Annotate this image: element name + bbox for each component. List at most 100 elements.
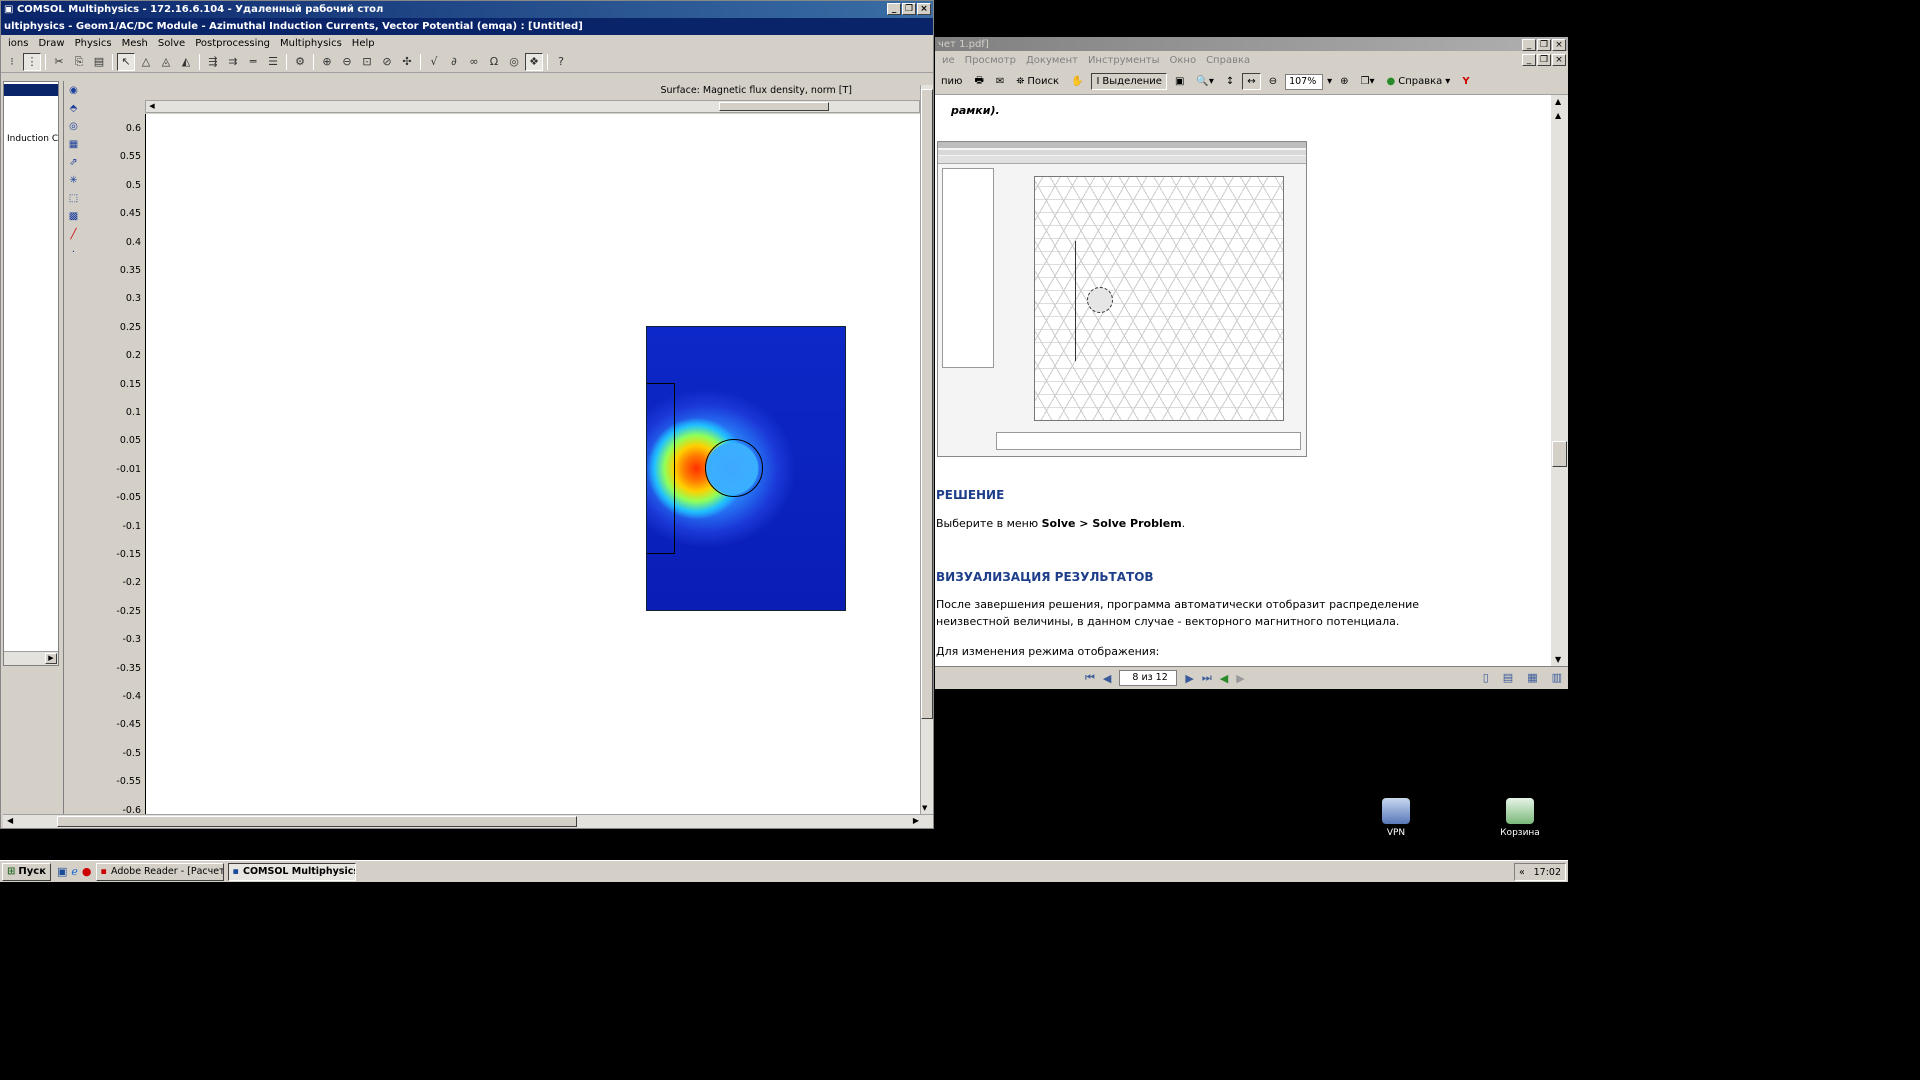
yandex-icon[interactable]: Y [1458, 74, 1473, 89]
reader-close-button[interactable]: × [1552, 39, 1566, 51]
email-icon[interactable]: ✉ [992, 74, 1008, 89]
particle-trace-icon[interactable]: ⬚ [67, 191, 81, 206]
tree-hscrollbar[interactable]: ▶ [4, 651, 58, 665]
single-page-icon[interactable]: ▯ [1483, 671, 1489, 684]
cross-section-line-icon[interactable]: ╱ [67, 227, 81, 242]
menu-multiphysics[interactable]: Multiphysics [275, 38, 347, 49]
rdp-titlebar[interactable]: ▣ COMSOL Multiphysics - 172.16.6.104 - У… [1, 1, 933, 18]
menu-document[interactable]: Документ [1021, 55, 1083, 66]
comsol-titlebar[interactable]: ultiphysics - Geom1/AC/DC Module - Azimu… [1, 18, 933, 35]
search-button[interactable]: ⛯ Поиск [1012, 74, 1063, 89]
zoom-window-icon[interactable]: ⊡ [358, 53, 376, 71]
ie-icon[interactable]: ℯ [71, 865, 78, 878]
next-page-icon[interactable]: ▶ [1185, 672, 1193, 685]
restore-button[interactable]: ❐ [902, 3, 916, 15]
paste-icon[interactable]: ▤ [90, 53, 108, 71]
refine-icon[interactable]: ◭ [177, 53, 195, 71]
continuous-facing-icon[interactable]: ▥ [1552, 671, 1562, 684]
help-icon[interactable]: ? [552, 53, 570, 71]
zoom-out-icon[interactable]: ⊖ [338, 53, 356, 71]
fragment-icon[interactable]: ⁝ [3, 53, 21, 71]
copy-button[interactable]: пию [937, 74, 966, 89]
snapshot-icon[interactable]: ▣ [1171, 74, 1188, 89]
continuous-icon[interactable]: ▤ [1503, 671, 1513, 684]
mesh-triangle-icon[interactable]: ◬ [157, 53, 175, 71]
animation-icon[interactable]: ∂ [445, 53, 463, 71]
task-adobe-reader[interactable]: ▪ Adobe Reader - [Расчет... [95, 862, 224, 881]
zoom-in-button[interactable]: ⊕ [1336, 74, 1352, 89]
fit-height-icon[interactable]: ↕ [1222, 74, 1238, 89]
menu-tools[interactable]: Инструменты [1083, 55, 1165, 66]
select-tool-button[interactable]: I Выделение [1091, 73, 1167, 90]
height-plot-icon[interactable]: ⬘ [67, 101, 81, 116]
menu-postprocessing[interactable]: Postprocessing [190, 38, 275, 49]
plot-canvas[interactable] [145, 114, 920, 814]
plot-vscrollbar[interactable]: ▼ [920, 85, 933, 814]
arrow-plot-icon[interactable]: ⇗ [67, 155, 81, 170]
desktop-icon-recycle-bin[interactable]: Корзина [1495, 798, 1545, 838]
pdf-page[interactable]: рамки). РЕШЕНИЕ Выберите в меню Solve > … [935, 95, 1551, 666]
reader-minimize-button[interactable]: _ [1522, 39, 1536, 51]
rdp-window[interactable]: ▣ COMSOL Multiphysics - 172.16.6.104 - У… [0, 0, 934, 829]
doc-minimize-button[interactable]: _ [1522, 54, 1536, 66]
tree-selected-row[interactable] [4, 84, 58, 96]
menu-solve[interactable]: Solve [153, 38, 190, 49]
close-button[interactable]: × [917, 3, 931, 15]
adobe-reader-window[interactable]: чет 1.pdf] _ ❐ × ие Просмотр Документ Ин… [935, 37, 1568, 689]
menu-mesh[interactable]: Mesh [117, 38, 153, 49]
subdomain-plot-icon[interactable]: ∞ [465, 53, 483, 71]
doc-restore-button[interactable]: ❐ [1537, 54, 1551, 66]
streamline-icon[interactable]: ✳ [67, 173, 81, 188]
plot-icon[interactable]: √ [425, 53, 443, 71]
pages-icon[interactable]: ❐▾ [1357, 74, 1379, 89]
triangle-icon[interactable]: △ [137, 53, 155, 71]
equals-icon[interactable]: ═ [244, 53, 262, 71]
pdf-vscrollbar[interactable]: ▲ ▲ ▼ [1551, 95, 1568, 666]
model-tree[interactable]: Induction Cur ▶ [3, 81, 59, 666]
model-tree-icon[interactable]: ⋮ [23, 52, 41, 71]
help-button[interactable]: ● Справка ▾ [1382, 74, 1454, 89]
solve-icon[interactable]: ⚙ [291, 53, 309, 71]
menu-help[interactable]: Help [347, 38, 380, 49]
globe-icon[interactable]: ◎ [505, 53, 523, 71]
subdomain-icon[interactable]: ⇶ [204, 53, 222, 71]
show-desktop-icon[interactable]: ▣ [57, 865, 67, 878]
zoom-out-button[interactable]: ⊖ [1265, 74, 1281, 89]
omega-icon[interactable]: Ω [485, 53, 503, 71]
task-comsol[interactable]: ▪COMSOL Multiphysics ... [227, 862, 356, 881]
tree-item[interactable]: Induction Cur [4, 96, 58, 144]
opera-icon[interactable]: ● [82, 865, 92, 878]
printer-icon[interactable]: 🖶 [970, 71, 987, 92]
zoom-dropdown-icon[interactable]: ▾ [1327, 76, 1332, 87]
facing-icon[interactable]: ▦ [1527, 671, 1537, 684]
zoom-extents-icon[interactable]: ✣ [398, 53, 416, 71]
minimize-button[interactable]: _ [887, 3, 901, 15]
menu-physics[interactable]: Physics [70, 38, 117, 49]
menu-view[interactable]: Просмотр [960, 55, 1021, 66]
animation-clapper-icon[interactable]: ▩ [67, 209, 81, 224]
first-page-icon[interactable]: ⏮ [1085, 671, 1095, 685]
surface-plot-icon[interactable]: ◉ [67, 83, 81, 98]
page-indicator[interactable]: 8 из 12 [1119, 670, 1178, 686]
equals-list-icon[interactable]: ☰ [264, 53, 282, 71]
reader-titlebar[interactable]: чет 1.pdf] _ ❐ × [935, 37, 1568, 51]
plot-hscrollbar[interactable]: ◀ ▶ [3, 814, 933, 828]
tray-expand-icon[interactable]: « [1519, 867, 1525, 878]
boundary-plot-icon[interactable]: ▦ [67, 137, 81, 152]
fit-width-icon[interactable]: ↔ [1242, 73, 1261, 90]
menu-help-ru[interactable]: Справка [1201, 55, 1255, 66]
desktop-icon-vpn[interactable]: VPN [1371, 798, 1421, 838]
boundary-icon[interactable]: ⇉ [224, 53, 242, 71]
reader-restore-button[interactable]: ❐ [1537, 39, 1551, 51]
menu-draw[interactable]: Draw [33, 38, 69, 49]
start-button[interactable]: ⊞ Пуск [2, 862, 51, 881]
select-pointer-icon[interactable]: ↖ [117, 52, 135, 71]
doc-close-button[interactable]: × [1552, 54, 1566, 66]
forward-view-icon[interactable]: ▶ [1236, 672, 1244, 685]
back-view-icon[interactable]: ◀ [1220, 672, 1228, 685]
menu-window[interactable]: Окно [1165, 55, 1202, 66]
menu-edit[interactable]: ие [937, 55, 960, 66]
contour-plot-icon[interactable]: ◎ [67, 119, 81, 134]
hand-tool-icon[interactable]: ✋ [1067, 74, 1087, 89]
point-icon[interactable]: · [67, 245, 81, 260]
